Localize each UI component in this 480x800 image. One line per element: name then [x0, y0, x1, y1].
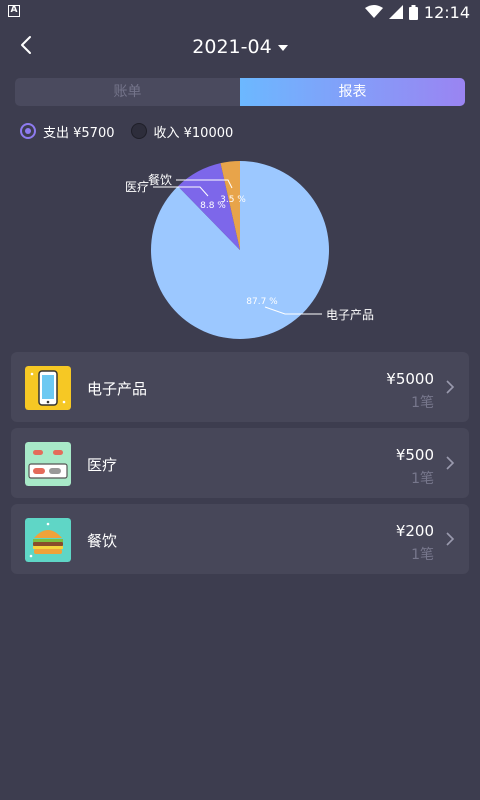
- slice-name-label: 医疗: [125, 180, 149, 194]
- expense-pie-chart: 87.7 %8.8 %3.5 %电子产品医疗餐饮: [125, 161, 374, 339]
- wifi-icon: [364, 5, 383, 18]
- chevron-right-icon: [446, 532, 455, 546]
- clock: 12:14: [423, 2, 470, 22]
- list-item[interactable]: 餐饮 ¥200 1笔: [11, 504, 469, 574]
- item-name: 电子产品: [87, 380, 148, 398]
- income-radio[interactable]: 收入 ¥10000: [130, 122, 234, 141]
- slice-percent-label: 3.5 %: [220, 195, 246, 205]
- radio-unchecked-icon: [130, 123, 147, 139]
- item-name: 医疗: [87, 456, 118, 474]
- income-label: 收入 ¥10000: [153, 125, 234, 141]
- slice-percent-label: 87.7 %: [246, 297, 278, 307]
- burger-icon: [25, 518, 71, 562]
- slice-name-label: 电子产品: [326, 308, 374, 322]
- item-count: 1笔: [411, 395, 434, 411]
- signal-icon: [388, 5, 403, 19]
- month-selector[interactable]: 2021-04: [0, 36, 480, 58]
- item-amount: ¥500: [395, 446, 434, 464]
- item-amount: ¥5000: [386, 370, 434, 388]
- phone-icon: [25, 366, 71, 410]
- tab-report[interactable]: 报表: [240, 78, 465, 106]
- view-tabs: 账单 报表: [15, 78, 465, 106]
- app-notification-icon: A: [8, 5, 20, 17]
- radio-checked-icon: [20, 123, 36, 139]
- slice-name-label: 餐饮: [148, 172, 172, 187]
- chevron-right-icon: [446, 380, 455, 394]
- list-item[interactable]: 医疗 ¥500 1笔: [11, 428, 469, 498]
- tab-bill[interactable]: 账单: [15, 78, 240, 106]
- list-item[interactable]: 电子产品 ¥5000 1笔: [11, 352, 469, 422]
- type-filter: 支出 ¥5700 收入 ¥10000: [20, 121, 249, 141]
- category-list: 电子产品 ¥5000 1笔 医疗 ¥500 1笔 餐饮 ¥200 1笔: [11, 352, 469, 580]
- item-count: 1笔: [411, 471, 434, 487]
- chevron-right-icon: [446, 456, 455, 470]
- item-name: 餐饮: [87, 532, 118, 550]
- expense-label: 支出 ¥5700: [43, 125, 115, 141]
- battery-icon: [408, 4, 418, 20]
- app-header: 2021-04: [0, 24, 480, 70]
- expense-radio[interactable]: 支出 ¥5700: [20, 122, 115, 141]
- item-amount: ¥200: [395, 522, 434, 540]
- page-title: 2021-04: [192, 36, 272, 58]
- item-count: 1笔: [411, 547, 434, 563]
- caret-down-icon: [277, 44, 288, 51]
- pills-icon: [25, 442, 71, 486]
- status-bar: A 12:14: [0, 0, 480, 24]
